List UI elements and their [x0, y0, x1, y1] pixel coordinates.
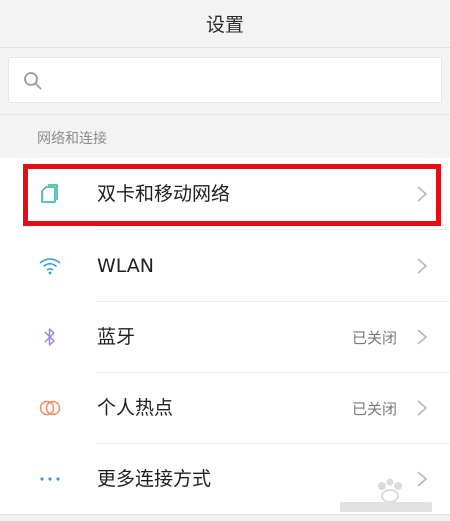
- title-bar: 设置: [0, 0, 450, 48]
- search-input[interactable]: [55, 66, 425, 96]
- section-title: 网络和连接: [37, 131, 107, 147]
- settings-list: 双卡和移动网络 WLAN 蓝牙 已关闭 个人热点 已关闭 更多连接方式: [0, 158, 450, 514]
- settings-item-bluetooth[interactable]: 蓝牙 已关闭: [0, 301, 450, 373]
- chevron-right-icon: [417, 400, 428, 416]
- settings-item-dual-sim-mobile-network[interactable]: 双卡和移动网络: [0, 158, 450, 230]
- chevron-right-icon: [417, 258, 428, 274]
- search-icon: [24, 72, 42, 90]
- settings-item-label: 蓝牙: [97, 326, 136, 348]
- more-dots-icon: [36, 467, 64, 491]
- settings-item-label: 更多连接方式: [97, 468, 212, 490]
- watermark-icon: [340, 478, 432, 512]
- settings-item-label: WLAN: [97, 255, 155, 277]
- bluetooth-icon: [36, 325, 64, 349]
- wifi-icon: [36, 254, 64, 278]
- search-bar[interactable]: [8, 57, 442, 103]
- settings-item-personal-hotspot[interactable]: 个人热点 已关闭: [0, 372, 450, 444]
- section-header: 网络和连接: [0, 114, 450, 158]
- settings-item-status: 已关闭: [351, 400, 397, 418]
- settings-item-wlan[interactable]: WLAN: [0, 230, 450, 302]
- hotspot-icon: [36, 396, 64, 420]
- chevron-right-icon: [417, 186, 428, 202]
- page-title: 设置: [205, 14, 244, 36]
- chevron-right-icon: [417, 329, 428, 345]
- settings-item-label: 双卡和移动网络: [97, 183, 231, 205]
- sim-cards-icon: [36, 182, 64, 206]
- settings-item-status: 已关闭: [351, 329, 397, 347]
- settings-item-label: 个人热点: [97, 397, 174, 419]
